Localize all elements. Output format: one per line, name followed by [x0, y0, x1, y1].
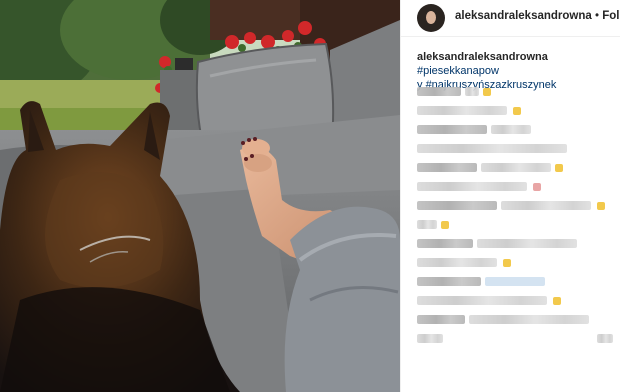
blurred-comment-row: [417, 122, 617, 136]
blurred-comment-row: [417, 217, 617, 231]
post-photo[interactable]: [0, 0, 400, 392]
avatar-face-icon: [426, 11, 436, 24]
blurred-comment-row: [417, 236, 617, 250]
instagram-post: aleksandraleksandrowna • Followi aleksan…: [0, 0, 620, 392]
blurred-comment-row: [417, 141, 617, 155]
blurred-comment-row: [417, 274, 617, 288]
blurred-comment-row: [417, 293, 617, 307]
post-header: aleksandraleksandrowna • Followi: [401, 0, 620, 37]
blurred-comment-row: [417, 198, 617, 212]
header-separator: •: [595, 10, 600, 22]
blurred-comment-row: [417, 331, 617, 345]
follow-button[interactable]: Followi: [602, 10, 620, 22]
blurred-comments: [417, 84, 617, 350]
caption-username[interactable]: aleksandraleksandrowna: [417, 51, 548, 63]
blurred-comment-row: [417, 312, 617, 326]
header-text: aleksandraleksandrowna • Followi: [455, 10, 620, 22]
blurred-comment-row: [417, 160, 617, 174]
blurred-comment-row: [417, 255, 617, 269]
photo-dog-on-sofa: [0, 0, 400, 392]
header-username[interactable]: aleksandraleksandrowna: [455, 10, 592, 22]
blurred-comment-row: [417, 179, 617, 193]
avatar[interactable]: [417, 4, 445, 32]
blurred-comment-row: [417, 84, 617, 98]
blurred-comment-row: [417, 103, 617, 117]
hashtag-link[interactable]: #piesekkanapow: [417, 65, 499, 77]
post-sidebar: aleksandraleksandrowna • Followi aleksan…: [400, 0, 620, 392]
